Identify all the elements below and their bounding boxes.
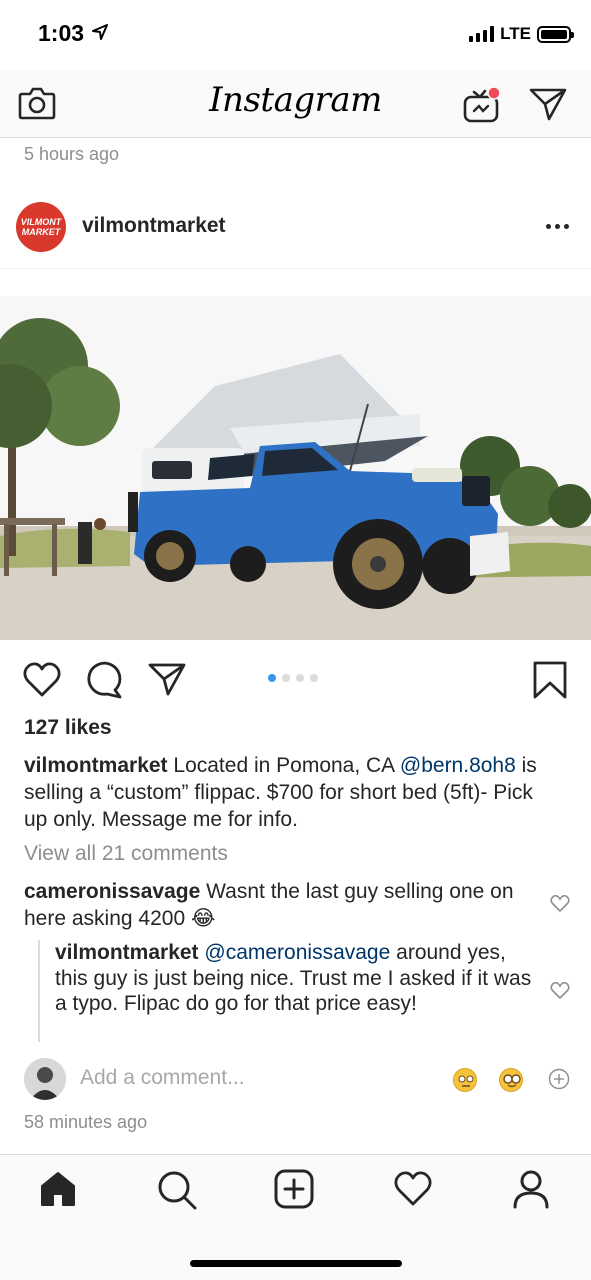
- add-emoji-icon[interactable]: [548, 1068, 570, 1090]
- status-bar: 1:03 LTE: [0, 0, 591, 70]
- comment-like-icon[interactable]: [550, 982, 570, 1000]
- comment-username[interactable]: cameronissavage: [24, 880, 200, 903]
- reply-thread-line: [38, 940, 40, 1042]
- post-photo[interactable]: [0, 296, 591, 640]
- avatar[interactable]: [24, 1058, 66, 1100]
- comment-like-icon[interactable]: [550, 895, 570, 913]
- more-icon[interactable]: [546, 224, 569, 229]
- post-actions: [0, 656, 591, 704]
- profile-icon[interactable]: [511, 1169, 551, 1209]
- eyeroll-emoji-icon[interactable]: [453, 1068, 477, 1092]
- share-icon[interactable]: [147, 660, 187, 700]
- comment-mention[interactable]: @cameronissavage: [204, 941, 390, 964]
- caption-text: Located in Pomona, CA: [173, 754, 395, 777]
- signal-icon: [469, 26, 495, 42]
- reply-comment: vilmontmarket @cameronissavage around ye…: [55, 940, 535, 1017]
- battery-icon: [537, 25, 574, 43]
- status-time: 1:03: [38, 20, 85, 46]
- post-timestamp: 58 minutes ago: [24, 1112, 148, 1132]
- direct-send-icon[interactable]: [528, 86, 568, 122]
- post-username[interactable]: vilmontmarket: [82, 214, 226, 238]
- location-arrow-icon: [92, 24, 108, 40]
- divider: [0, 268, 591, 269]
- post-header: VILMONT MARKET vilmontmarket: [0, 198, 591, 268]
- igtv-icon[interactable]: [462, 84, 502, 124]
- comment-username[interactable]: vilmontmarket: [55, 941, 199, 964]
- bookmark-icon[interactable]: [532, 660, 568, 700]
- laughing-emoji: 😂: [190, 907, 216, 930]
- likes-count[interactable]: 127 likes: [24, 716, 112, 740]
- comment-icon[interactable]: [84, 660, 124, 700]
- search-icon[interactable]: [156, 1169, 198, 1211]
- heart-icon[interactable]: [22, 660, 62, 700]
- previous-post-time: 5 hours ago: [24, 144, 120, 164]
- network-label: LTE: [500, 24, 531, 43]
- home-indicator: [190, 1260, 402, 1267]
- nerd-emoji-icon[interactable]: [499, 1068, 523, 1092]
- comment-input[interactable]: Add a comment...: [80, 1066, 245, 1090]
- activity-icon[interactable]: [393, 1169, 433, 1209]
- comment: cameronissavage Wasnt the last guy selli…: [24, 878, 534, 932]
- caption-mention[interactable]: @bern.8oh8: [400, 754, 516, 777]
- add-comment-row: Add a comment...: [0, 1056, 591, 1104]
- carousel-indicator: [268, 674, 318, 682]
- post-caption: vilmontmarket Located in Pomona, CA @ber…: [24, 752, 554, 833]
- view-all-comments-link[interactable]: View all 21 comments: [24, 842, 228, 866]
- post-avatar[interactable]: VILMONT MARKET: [16, 202, 66, 252]
- home-icon[interactable]: [38, 1169, 78, 1209]
- top-nav: Instagram: [0, 70, 591, 138]
- add-post-icon[interactable]: [274, 1169, 314, 1209]
- app-logo: Instagram: [209, 80, 382, 120]
- caption-username[interactable]: vilmontmarket: [24, 754, 168, 777]
